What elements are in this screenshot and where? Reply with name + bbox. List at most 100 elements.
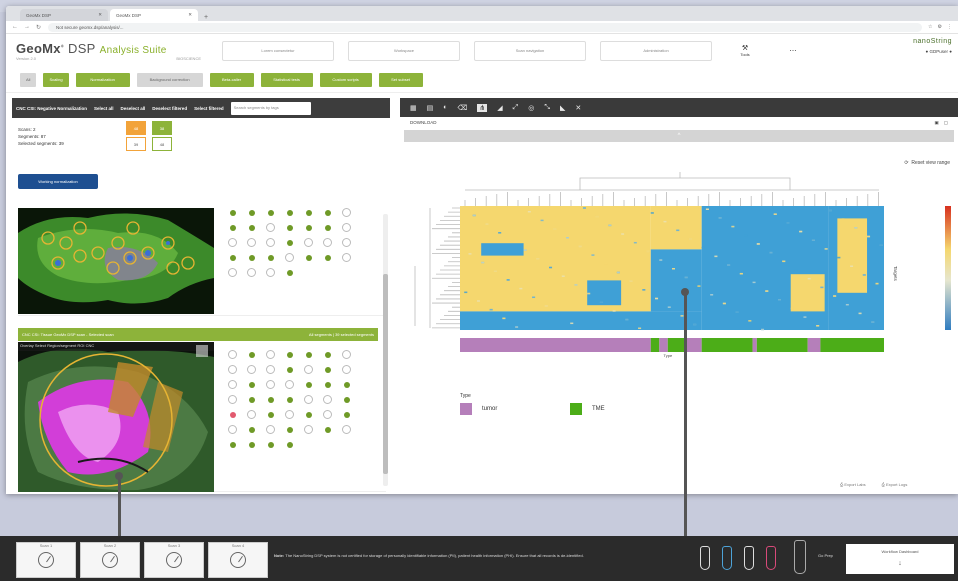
scan-image[interactable]: Overlay Select Region/segment ROI CNC <box>18 342 214 492</box>
select-all-button[interactable]: Select all <box>94 106 114 111</box>
segment-dot[interactable] <box>266 350 275 359</box>
segment-dot[interactable] <box>247 410 256 419</box>
segment-dot[interactable] <box>323 410 332 419</box>
segment-dot[interactable] <box>324 254 331 261</box>
segment-dot[interactable] <box>247 365 256 374</box>
target-icon[interactable]: ◎ <box>528 104 534 112</box>
segment-dot[interactable] <box>248 441 255 448</box>
user-menu[interactable]: ● GDPuser ● <box>913 49 952 54</box>
segment-dot[interactable] <box>228 350 237 359</box>
forward-icon[interactable]: → <box>24 24 30 30</box>
segment-dot[interactable] <box>266 425 275 434</box>
segment-dot[interactable] <box>247 268 256 277</box>
segment-dot[interactable] <box>266 223 275 232</box>
more-button[interactable]: ⋯ <box>778 47 808 55</box>
segment-dot[interactable] <box>324 366 331 373</box>
segment-dot[interactable] <box>304 395 313 404</box>
scan-card-header[interactable]: CNC CSI: Tissue GeoMx DSP scan - Selecte… <box>18 328 378 341</box>
segment-dot[interactable] <box>266 238 275 247</box>
url-field[interactable]: Not secure geomx.dsp/analysis/... <box>48 22 923 32</box>
segment-dot[interactable] <box>266 268 275 277</box>
workflow-dashboard-button[interactable]: Workflow Dashboard ↓ <box>846 544 954 574</box>
menu-icon[interactable]: ⋮ <box>947 24 952 30</box>
segment-dot[interactable] <box>343 396 350 403</box>
segment-dot[interactable] <box>342 350 351 359</box>
close-icon[interactable]: ✕ <box>188 12 192 18</box>
download-icon[interactable]: ▣ <box>934 120 938 125</box>
segment-dot[interactable] <box>286 209 293 216</box>
extension-icon[interactable]: ⚙ <box>938 24 942 30</box>
segment-dot[interactable] <box>324 381 331 388</box>
segment-dot[interactable] <box>305 411 312 418</box>
segment-dot[interactable] <box>323 238 332 247</box>
scan-slot-card[interactable]: Scan 2 <box>80 542 140 578</box>
segment-dot[interactable] <box>324 351 331 358</box>
workflow-button[interactable]: Statistical tests <box>260 72 313 87</box>
volcano-icon[interactable]: ◣ <box>560 104 565 112</box>
workflow-button[interactable]: Background correction <box>136 72 203 87</box>
workflow-button[interactable]: Custom scripts <box>319 72 372 87</box>
segment-dot[interactable] <box>285 380 294 389</box>
bar-icon[interactable]: ◢ <box>497 104 502 112</box>
segment-dot[interactable] <box>305 254 312 261</box>
segment-dot[interactable] <box>228 395 237 404</box>
segment-dot[interactable] <box>229 224 236 231</box>
close-icon[interactable]: ✕ <box>98 12 102 18</box>
scatter-icon[interactable]: ⤡ <box>544 104 550 112</box>
header-menu-box[interactable]: Workspace <box>348 40 460 61</box>
segment-dot[interactable] <box>343 411 350 418</box>
new-tab-icon[interactable]: + <box>200 14 212 21</box>
segment-dot-highlighted[interactable] <box>229 411 236 418</box>
segment-dot[interactable] <box>342 208 351 217</box>
reload-icon[interactable]: ↻ <box>36 24 42 31</box>
segment-dot[interactable] <box>267 254 274 261</box>
save-icon[interactable]: ▢ <box>944 120 948 125</box>
segment-dot[interactable] <box>266 365 275 374</box>
segment-dot[interactable] <box>342 253 351 262</box>
scan-overlay-controls[interactable]: Overlay Select Region/segment ROI CNC <box>20 343 94 348</box>
segment-dot[interactable] <box>228 365 237 374</box>
segment-dot[interactable] <box>229 254 236 261</box>
segment-dot[interactable] <box>286 426 293 433</box>
segment-dot[interactable] <box>286 269 293 276</box>
reset-view-button[interactable]: ⟳ Reset view range <box>904 160 950 166</box>
line-icon[interactable]: ⤢ <box>513 104 519 112</box>
table-icon[interactable]: ▦ <box>410 104 417 112</box>
contrast-icon[interactable]: ◐ <box>443 104 447 111</box>
segment-dot[interactable] <box>342 425 351 434</box>
segment-dot[interactable] <box>267 441 274 448</box>
heatmap-chart[interactable]: Targets Type <box>400 170 958 400</box>
workflow-button[interactable]: Set subset <box>378 72 423 87</box>
export-logs-button[interactable]: ⎙ Export Logs <box>882 482 908 487</box>
segment-dot[interactable] <box>267 209 274 216</box>
header-menu-box[interactable]: Scan navigation <box>474 40 586 61</box>
segment-dot[interactable] <box>229 441 236 448</box>
segment-dot[interactable] <box>286 441 293 448</box>
segment-dot[interactable] <box>304 425 313 434</box>
segment-dot[interactable] <box>305 351 312 358</box>
scan-slot-card[interactable]: Scan 4 <box>208 542 268 578</box>
segment-dot[interactable] <box>248 381 255 388</box>
segment-dot[interactable] <box>324 426 331 433</box>
segment-dot[interactable] <box>286 351 293 358</box>
segment-dot[interactable] <box>248 396 255 403</box>
segment-dot[interactable] <box>305 224 312 231</box>
select-filtered-button[interactable]: Select filtered <box>194 106 224 111</box>
segment-dot[interactable] <box>248 426 255 433</box>
segment-dot[interactable] <box>247 238 256 247</box>
cluster-icon[interactable]: ⋔ <box>477 103 488 112</box>
segment-dot[interactable] <box>342 238 351 247</box>
grid-icon[interactable]: ▤ <box>427 104 434 112</box>
star-icon[interactable]: ☆ <box>928 24 932 30</box>
segment-dot[interactable] <box>248 209 255 216</box>
workflow-button[interactable]: Beta-caller <box>209 72 254 87</box>
segment-dot[interactable] <box>228 238 237 247</box>
workflow-button[interactable]: Normalization <box>75 72 130 87</box>
scan-slot-card[interactable]: Scan 3 <box>144 542 204 578</box>
segment-dot[interactable] <box>343 381 350 388</box>
export-labs-button[interactable]: ⎙ Export Labs <box>840 482 866 487</box>
segment-dot[interactable] <box>229 209 236 216</box>
segment-search-input[interactable]: Search segments by tags <box>230 101 311 115</box>
segment-dot[interactable] <box>324 209 331 216</box>
count-chip[interactable]: 38 <box>152 121 172 135</box>
